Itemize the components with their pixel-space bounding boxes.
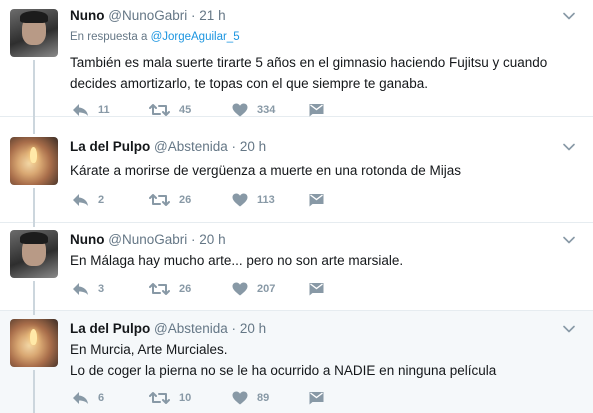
like-button[interactable]: 113 xyxy=(232,192,275,208)
reply-context: En respuesta a @JorgeAguilar_5 xyxy=(70,31,240,43)
retweet-icon xyxy=(149,283,170,295)
thread-line xyxy=(33,117,35,134)
chevron-down-icon[interactable] xyxy=(563,325,575,333)
retweet-count: 10 xyxy=(179,392,192,404)
reply-count: 11 xyxy=(98,104,110,116)
retweet-button[interactable]: 45 xyxy=(149,102,191,118)
tweet-text: También es mala suerte tirarte 5 años en… xyxy=(70,55,548,91)
direct-message-button[interactable] xyxy=(309,192,324,208)
like-count: 89 xyxy=(257,392,270,404)
like-button[interactable]: 207 xyxy=(232,281,275,297)
heart-icon xyxy=(232,193,248,207)
tweet-text-line: En Murcia, Arte Murciales. xyxy=(70,342,228,357)
retweet-count: 26 xyxy=(179,194,192,206)
avatar[interactable] xyxy=(10,319,58,367)
tweet-text-line: Lo de coger la pierna no se le ha ocurri… xyxy=(70,363,497,378)
thread-line xyxy=(33,223,35,227)
direct-message-icon xyxy=(309,392,324,405)
like-count: 334 xyxy=(257,104,276,116)
tweet-text: En Murcia, Arte Murciales. Lo de coger l… xyxy=(70,339,570,381)
tweet-header: Nuno @NunoGabri · 21 h xyxy=(70,8,226,23)
retweet-button[interactable]: 26 xyxy=(149,281,191,297)
tweet-text: Kárate a morirse de vergüenza a muerte e… xyxy=(70,163,461,178)
direct-message-button[interactable] xyxy=(309,281,324,297)
tweet-item[interactable]: Nuno @NunoGabri · 21 h En respuesta a @J… xyxy=(0,0,593,117)
tweet-thread: Nuno @NunoGabri · 21 h En respuesta a @J… xyxy=(0,0,593,413)
retweet-count: 45 xyxy=(179,104,192,116)
timestamp[interactable]: 21 h xyxy=(199,8,225,23)
direct-message-button[interactable] xyxy=(309,102,324,118)
avatar[interactable] xyxy=(10,137,58,185)
reply-icon xyxy=(73,392,88,404)
separator-dot: · xyxy=(191,232,196,247)
reply-icon xyxy=(73,194,88,206)
thread-line xyxy=(33,370,35,413)
author-name[interactable]: La del Pulpo xyxy=(70,321,150,336)
tweet-item[interactable]: La del Pulpo @Abstenida · 20 h Kárate a … xyxy=(0,117,593,223)
reply-button[interactable]: 11 xyxy=(72,102,110,118)
heart-icon xyxy=(232,103,248,117)
author-handle[interactable]: @NunoGabri xyxy=(108,232,187,247)
direct-message-button[interactable] xyxy=(309,390,324,406)
retweet-icon xyxy=(149,194,170,206)
tweet-item[interactable]: Nuno @NunoGabri · 20 h En Málaga hay muc… xyxy=(0,223,593,311)
reply-button[interactable]: 3 xyxy=(72,281,104,297)
reply-count: 3 xyxy=(98,283,105,295)
separator-dot: · xyxy=(231,321,237,336)
thread-line xyxy=(33,311,35,315)
like-count: 207 xyxy=(257,283,276,295)
like-count: 113 xyxy=(257,194,275,206)
chevron-down-icon[interactable] xyxy=(563,12,575,20)
tweet-header: La del Pulpo @Abstenida · 20 h xyxy=(70,139,266,154)
author-handle[interactable]: @NunoGabri xyxy=(108,8,187,23)
direct-message-icon xyxy=(309,283,324,296)
author-name[interactable]: La del Pulpo xyxy=(70,139,150,154)
direct-message-icon xyxy=(309,194,324,207)
tweet-text: En Málaga hay mucho arte... pero no son … xyxy=(70,253,404,268)
timestamp[interactable]: 20 h xyxy=(199,232,225,247)
author-handle[interactable]: @Abstenida xyxy=(154,321,228,336)
reply-button[interactable]: 6 xyxy=(72,390,104,406)
reply-icon xyxy=(73,104,88,116)
retweet-count: 26 xyxy=(179,283,192,295)
avatar[interactable] xyxy=(10,9,58,57)
retweet-button[interactable]: 26 xyxy=(149,192,191,208)
reply-mention-link[interactable]: @JorgeAguilar_5 xyxy=(151,31,240,43)
chevron-down-icon[interactable] xyxy=(563,143,575,151)
timestamp[interactable]: 20 h xyxy=(240,139,266,154)
tweet-item-focused[interactable]: La del Pulpo @Abstenida · 20 h En Murcia… xyxy=(0,311,593,413)
avatar[interactable] xyxy=(10,230,58,278)
reply-icon xyxy=(73,283,88,295)
heart-icon xyxy=(232,282,248,296)
author-name[interactable]: Nuno xyxy=(70,232,105,247)
separator-dot: · xyxy=(191,8,196,23)
reply-count: 6 xyxy=(98,392,105,404)
thread-line xyxy=(33,188,35,223)
author-handle[interactable]: @Abstenida xyxy=(154,139,228,154)
timestamp[interactable]: 20 h xyxy=(240,321,266,336)
thread-line xyxy=(33,281,35,311)
reply-count: 2 xyxy=(98,194,105,206)
like-button[interactable]: 89 xyxy=(232,390,269,406)
reply-button[interactable]: 2 xyxy=(72,192,104,208)
separator-dot: · xyxy=(231,139,237,154)
like-button[interactable]: 334 xyxy=(232,102,275,118)
retweet-icon xyxy=(149,392,170,404)
thread-line xyxy=(33,60,35,117)
author-name[interactable]: Nuno xyxy=(70,8,105,23)
chevron-down-icon[interactable] xyxy=(563,236,575,244)
tweet-header: Nuno @NunoGabri · 20 h xyxy=(70,232,226,247)
retweet-icon xyxy=(149,104,170,116)
direct-message-icon xyxy=(309,104,324,117)
heart-icon xyxy=(232,391,248,405)
reply-prefix: En respuesta a xyxy=(70,31,148,43)
retweet-button[interactable]: 10 xyxy=(149,390,191,406)
tweet-header: La del Pulpo @Abstenida · 20 h xyxy=(70,321,266,336)
